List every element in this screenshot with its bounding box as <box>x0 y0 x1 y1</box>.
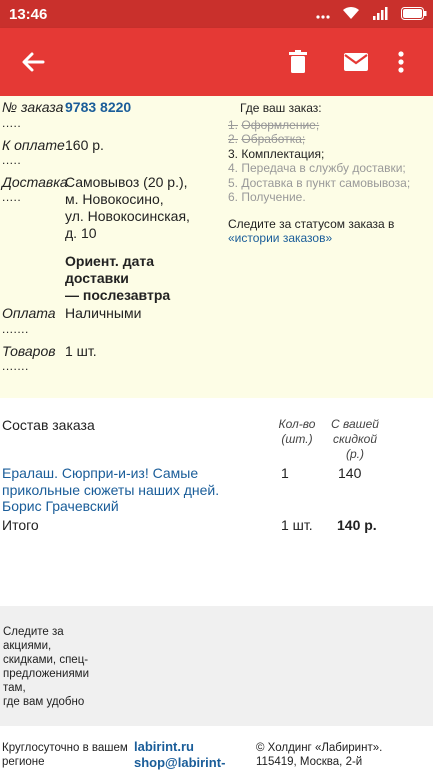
step-text: Обработка; <box>241 132 306 146</box>
trash-icon <box>289 50 307 73</box>
header-line: С вашей <box>331 417 379 431</box>
promo-line: Следите за <box>3 626 64 638</box>
copyright-line: 115419, Москва, 2-й <box>256 756 363 768</box>
back-button[interactable] <box>15 44 51 80</box>
hours-line: Круглосуточно в вашем <box>2 742 128 754</box>
order-tracking: Где ваш заказ: 1. Оформление; 2. Обработ… <box>228 101 428 246</box>
order-number: 9783 8220 <box>65 99 132 115</box>
tracking-step: 3. Комплектация; <box>228 147 428 162</box>
delivery-line: м. Новокосино, <box>65 191 164 207</box>
step-num: 2. <box>228 132 239 146</box>
amount-label: К оплате <box>2 137 65 153</box>
delivery-label: Доставка <box>2 174 68 190</box>
status-icons <box>308 6 427 22</box>
step-num: 5. <box>228 175 239 190</box>
status-bar: 13:46 <box>0 0 433 28</box>
tracking-step: 4. Передача в службу доставки; <box>228 161 428 176</box>
tracking-follow: Следите за статусом заказа в «истории за… <box>228 217 428 246</box>
dots: ..... <box>2 153 22 167</box>
tracking-step: 6. Получение. <box>228 190 428 205</box>
footer-links: labirint.ru shop@labirint- <box>134 739 225 770</box>
dots: ..... <box>2 116 22 130</box>
dots: ....... <box>2 322 29 336</box>
delete-button[interactable] <box>280 44 316 80</box>
delivery-line: д. 10 <box>65 225 97 241</box>
header-line: (р.) <box>346 447 364 461</box>
promo-line: где вам удобно <box>3 696 85 708</box>
promo-line: там, <box>3 682 26 694</box>
step-num: 4. <box>228 161 239 175</box>
copyright-line: © Холдинг «Лабиринт». <box>256 742 383 754</box>
price-column-header: С вашей скидкой (р.) <box>326 417 384 462</box>
total-qty: 1 шт. <box>281 517 313 533</box>
amount-value: 160 р. <box>65 137 104 153</box>
dots: ....... <box>2 359 29 373</box>
delivery-date-line: доставки <box>65 270 129 286</box>
more-dots-icon <box>316 7 330 25</box>
follow-text: Следите за статусом заказа в <box>228 216 395 231</box>
delivery-address: Самовывоз (20 р.), м. Новокосино, ул. Но… <box>65 174 190 242</box>
footer: Круглосуточно в вашем регионе labirint.r… <box>0 726 433 770</box>
order-number-label: № заказа <box>2 99 64 115</box>
step-num: 1. <box>228 117 239 132</box>
email-content[interactable]: № заказа 9783 8220 ..... К оплате 160 р.… <box>0 96 433 770</box>
tracking-step: 1. Оформление; <box>228 118 428 133</box>
tracking-step: 5. Доставка в пункт самовывоза; <box>228 176 428 191</box>
goods-label: Товаров <box>2 343 56 359</box>
copyright: © Холдинг «Лабиринт». 115419, Москва, 2-… <box>256 741 431 769</box>
header-line: Кол-во <box>278 417 316 431</box>
item-price: 140 <box>338 465 362 481</box>
promo-line: скидками, спец- <box>3 654 89 666</box>
step-text: Доставка в пункт самовывоза; <box>241 175 411 190</box>
total-price: 140 р. <box>337 517 377 533</box>
promo-line: предложениями <box>3 668 90 680</box>
mail-button[interactable] <box>338 44 374 80</box>
delivery-date-line: — послезавтра <box>65 287 171 303</box>
tracking-step: 2. Обработка; <box>228 132 428 147</box>
step-num: 3. <box>228 146 239 161</box>
site-link[interactable]: labirint.ru <box>134 739 225 755</box>
dots: ..... <box>2 190 22 204</box>
item-qty: 1 <box>281 465 289 481</box>
goods-value: 1 шт. <box>65 343 97 359</box>
qty-column-header: Кол-во (шт.) <box>272 417 322 447</box>
header-line: (шт.) <box>281 432 313 446</box>
support-hours: Круглосуточно в вашем регионе <box>2 741 132 769</box>
step-text: Получение. <box>241 190 306 204</box>
delivery-date-line: Ориент. дата <box>65 253 155 269</box>
order-summary: № заказа 9783 8220 ..... К оплате 160 р.… <box>0 96 433 398</box>
step-text: Передача в службу доставки; <box>241 161 406 175</box>
promo-section: Следите за акциями, скидками, спец- пред… <box>0 606 433 726</box>
delivery-date: Ориент. дата доставки — послезавтра <box>65 253 170 304</box>
wifi-icon <box>342 6 360 25</box>
payment-value: Наличными <box>65 305 142 321</box>
arrow-left-icon <box>22 52 45 72</box>
hours-line: регионе <box>2 756 45 768</box>
step-text: Оформление; <box>241 117 320 132</box>
email-link[interactable]: shop@labirint- <box>134 755 225 770</box>
promo-text: Следите за акциями, скидками, спец- пред… <box>3 625 103 709</box>
header-line: скидкой <box>333 432 377 446</box>
tracking-title: Где ваш заказ: <box>240 101 322 115</box>
mail-icon <box>344 53 368 71</box>
composition-title: Состав заказа <box>2 417 95 433</box>
delivery-line: Самовывоз (20 р.), <box>65 174 188 190</box>
status-time: 13:46 <box>9 6 48 23</box>
battery-icon <box>401 6 427 25</box>
tracking-steps: 1. Оформление; 2. Обработка; 3. Комплект… <box>228 118 428 205</box>
step-text: Комплектация; <box>241 146 325 161</box>
signal-icon <box>372 6 389 25</box>
step-num: 6. <box>228 190 239 204</box>
total-label: Итого <box>2 517 39 533</box>
delivery-line: ул. Новокосинская, <box>65 208 190 224</box>
app-bar <box>0 28 433 96</box>
order-composition: Состав заказа Кол-во (шт.) С вашей скидк… <box>0 398 433 606</box>
payment-label: Оплата <box>2 305 56 321</box>
more-vertical-icon <box>398 51 404 73</box>
item-title-link[interactable]: Ералаш. Сюрпри-и-из! Самые прикольные сю… <box>2 465 242 515</box>
promo-line: акциями, <box>3 640 52 652</box>
order-history-link[interactable]: «истории заказов» <box>228 231 332 245</box>
overflow-menu-button[interactable] <box>389 44 413 80</box>
